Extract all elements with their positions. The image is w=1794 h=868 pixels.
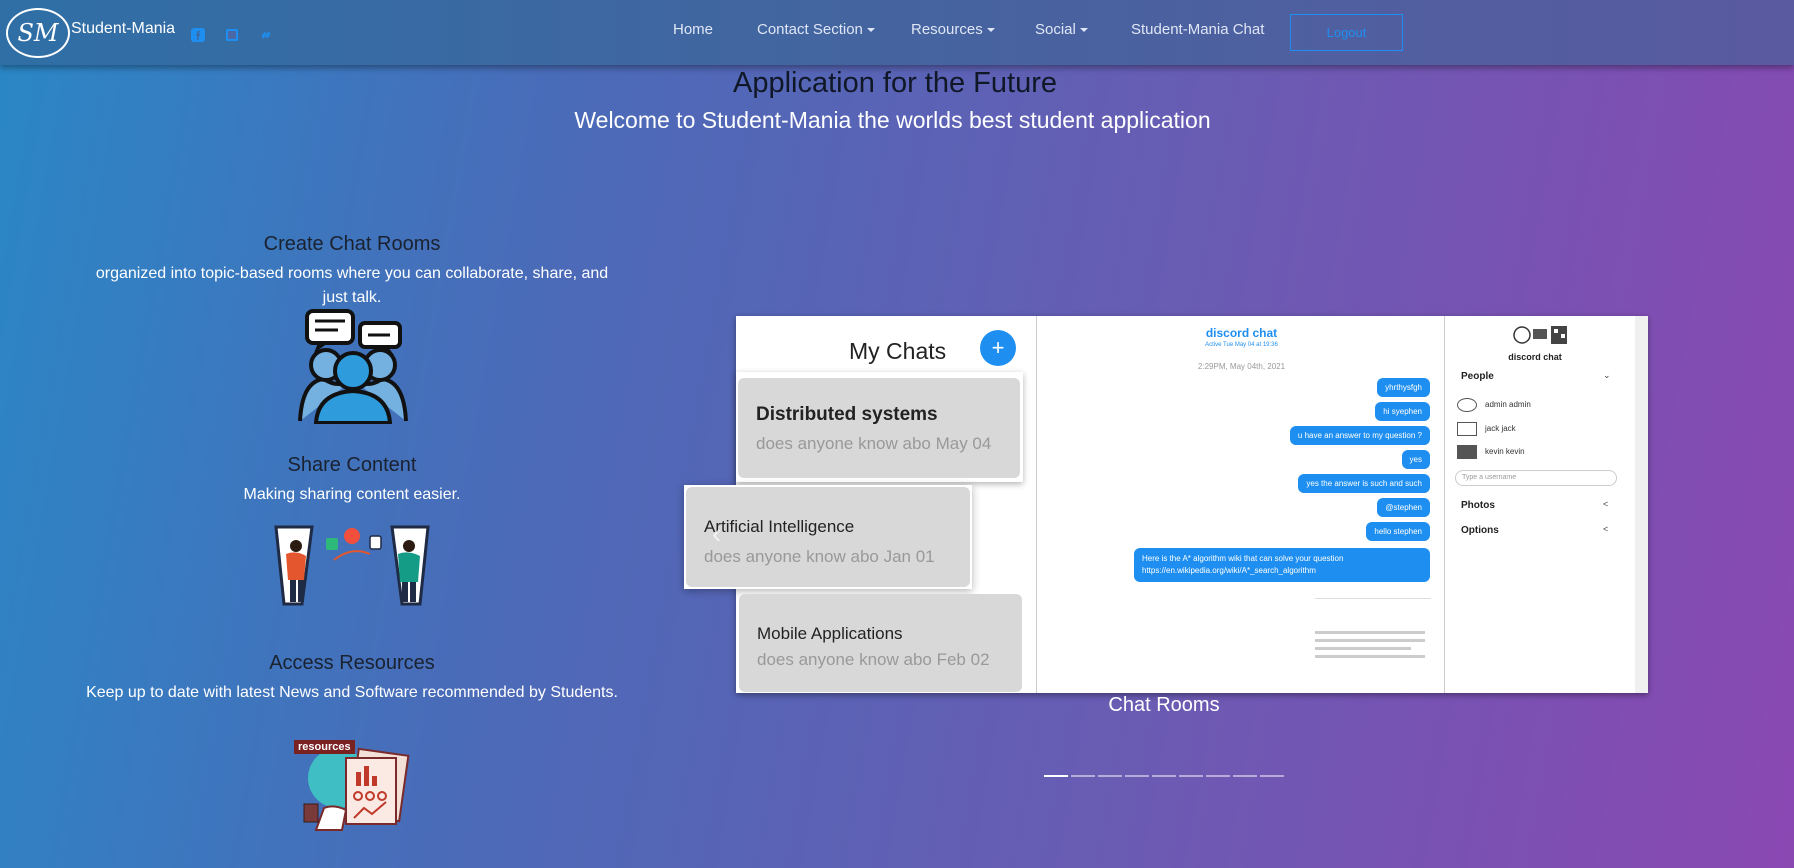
chat-card: Mobile Applications does anyone know abo… [739,594,1022,692]
square-icon[interactable] [225,28,239,42]
chat-people-icon [298,309,408,424]
share-content-icon [274,525,430,606]
person-name: admin admin [1485,400,1531,409]
nav-home[interactable]: Home [673,21,713,38]
link-preview [1315,598,1431,668]
feature-title-share-content: Share Content [287,454,417,476]
feature-title-access-resources: Access Resources [269,652,435,674]
people-label: People [1461,371,1494,382]
navbar: SM Student-Mania Home Contact Section Re… [0,0,1794,65]
message-bubble: yes [1401,450,1430,469]
nav-social-label: Social [1035,21,1076,38]
facebook-icon[interactable] [191,28,205,42]
chat-card-snippet: does anyone know abo Feb 02 [757,650,990,670]
message-bubble: @stephen [1377,498,1430,517]
hero-subtitle: Welcome to Student-Mania the worlds best… [574,107,1211,133]
chat-feed-panel: discord chat Active Tue May 04 at 19:36 … [1036,316,1445,693]
carousel-indicator[interactable] [1098,775,1122,777]
nav-contact-section-label: Contact Section [757,21,863,38]
chat-card-date: Feb 02 [936,650,990,669]
my-chats-title: My Chats [849,338,947,364]
feature-desc-share-content: Making sharing content easier. [243,486,461,503]
carousel-indicator[interactable] [1233,775,1257,777]
resources-icon: resources [294,738,412,833]
nav-social[interactable]: Social [1035,21,1088,38]
person-name: kevin kevin [1485,447,1525,456]
chat-card-title: Artificial Intelligence [704,517,855,536]
carousel-indicator[interactable] [1260,775,1284,777]
avatar [1457,422,1477,436]
carousel-indicator[interactable] [1125,775,1149,777]
carousel-indicator[interactable] [1044,775,1068,777]
message-bubble: hello stephen [1366,522,1430,541]
feature-desc-access-resources: Keep up to date with latest News and Sof… [86,684,618,701]
chat-feed-name: discord chat [1205,326,1278,340]
chat-feed-active: Active Tue May 04 at 19:36 [1205,342,1278,348]
chat-card-date: May 04 [935,434,992,453]
message-bubble: hi syephen [1375,402,1430,421]
chat-feed-date: 2:29PM, May 04th, 2021 [1197,362,1286,371]
link-icon[interactable] [259,28,273,42]
new-chat-button: + [980,330,1016,366]
chat-card-frame: Artificial Intelligence does anyone know… [684,485,972,589]
chat-settings-panel: discord chat People ⌄ admin admin jack j… [1445,316,1648,693]
chat-card: Artificial Intelligence does anyone know… [686,487,970,587]
resources-badge: resources [294,740,355,754]
settings-chat-title: discord chat [1508,352,1562,362]
carousel-indicator[interactable] [1179,775,1203,777]
chevron-down-icon: ⌄ [1603,370,1611,380]
avatar [1457,398,1477,412]
feature-title-chat-rooms: Create Chat Rooms [263,233,441,255]
feature-desc-chat-rooms: organized into topic-based rooms where y… [95,265,609,306]
chat-card-snippet-text: does anyone know abo [756,434,931,453]
carousel-caption: Chat Rooms [1108,694,1220,716]
chat-avatars-icon [1513,326,1567,344]
message-bubble: yes the answer is such and such [1298,474,1430,493]
chat-card-title: Mobile Applications [757,624,903,643]
chat-card-snippet: does anyone know abo May 04 [756,434,991,454]
message-bubble: u have an answer to my question ? [1289,426,1430,445]
carousel-indicator[interactable] [1152,775,1176,777]
message-bubble: yhrthysfgh [1377,378,1430,397]
chat-card: Distributed systems does anyone know abo… [738,378,1020,478]
chevron-left-icon: < [1603,524,1609,534]
username-field: Type a username [1455,470,1617,486]
chat-card-frame: Distributed systems does anyone know abo… [736,372,1023,482]
person-name: jack jack [1485,424,1516,433]
chat-card-snippet-text: does anyone know abo [704,547,879,566]
carousel-prev-button[interactable]: ‹ [712,518,721,550]
nav-resources[interactable]: Resources [911,21,995,38]
carousel-indicator[interactable] [1206,775,1230,777]
message-text: Here is the A* algorithm wiki that can s… [1142,554,1344,563]
logout-button[interactable]: Logout [1290,14,1403,51]
hero-title: Application for the Future [732,67,1057,99]
message-link: https://en.wikipedia.org/wiki/A*_search_… [1142,566,1316,575]
options-label: Options [1461,525,1499,536]
message-bubble-long: Here is the A* algorithm wiki that can s… [1134,548,1430,582]
nav-resources-label: Resources [911,21,983,38]
carousel-indicators [1044,775,1284,777]
chat-card-date: Jan 01 [883,547,935,566]
scrollbar [1635,316,1648,693]
carousel-indicator[interactable] [1071,775,1095,777]
nav-student-mania-chat[interactable]: Student-Mania Chat [1131,21,1264,38]
chat-card-title: Distributed systems [756,404,938,425]
photos-label: Photos [1461,500,1495,511]
chat-card-snippet: does anyone know abo Jan 01 [704,547,935,567]
avatar [1457,445,1477,459]
nav-contact-section[interactable]: Contact Section [757,21,875,38]
chat-card-snippet-text: does anyone know abo [757,650,932,669]
chevron-left-icon: < [1603,499,1609,509]
brand-logo[interactable]: SM [6,8,70,58]
brand-name[interactable]: Student-Mania [71,20,175,38]
